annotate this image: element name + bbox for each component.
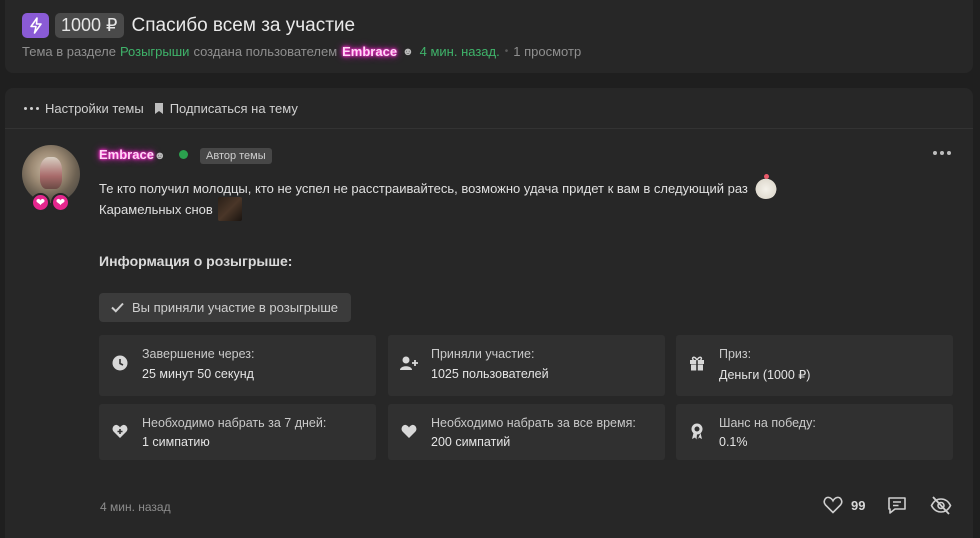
eye-off-icon: [930, 496, 952, 515]
check-icon: [111, 302, 124, 313]
info-card-win-chance: Шанс на победу: 0.1%: [676, 404, 953, 460]
heart-outline-icon: [823, 496, 843, 514]
post-card: Настройки темы Подписаться на тему ❤ ❤ E…: [5, 88, 973, 538]
giveaway-title: Информация о розыгрыше:: [99, 253, 293, 269]
info-card-total-likes: Необходимо набрать за все время: 200 сим…: [388, 404, 665, 460]
meta-created-by: создана пользователем: [193, 44, 338, 59]
post-text: Карамельных снов: [99, 201, 213, 217]
lightning-icon: [22, 13, 49, 38]
author-link[interactable]: Embrace: [342, 44, 397, 59]
info-card-end-time: Завершение через: 25 минут 50 секунд: [99, 335, 376, 396]
like-button[interactable]: 99: [823, 496, 865, 514]
thread-meta: Тема в разделе Розыгрыши создана пользов…: [22, 44, 581, 59]
info-value: 1 симпатию: [142, 435, 210, 449]
clock-icon: [111, 354, 129, 372]
price-badge: 1000 ₽: [55, 13, 124, 38]
section-link[interactable]: Розыгрыши: [120, 44, 190, 59]
meta-prefix: Тема в разделе: [22, 44, 116, 59]
participated-button[interactable]: Вы приняли участие в розыгрыше: [99, 293, 352, 322]
subscribe-button[interactable]: Подписаться на тему: [154, 101, 298, 116]
user-badges: ❤ ❤: [31, 193, 70, 212]
info-value: Деньги (1000 ₽): [719, 368, 811, 382]
heart-icon: [400, 422, 418, 440]
inline-image[interactable]: [217, 197, 242, 221]
info-card-week-likes: Необходимо набрать за 7 дней: 1 симпатию: [99, 404, 376, 460]
comment-icon: [888, 497, 906, 514]
online-status-indicator: [179, 150, 188, 159]
topic-toolbar: Настройки темы Подписаться на тему: [24, 101, 308, 116]
info-label: Приняли участие:: [431, 347, 535, 361]
like-count: 99: [851, 497, 866, 513]
more-dots-icon: [24, 107, 39, 110]
topic-settings-button[interactable]: Настройки темы: [24, 101, 144, 116]
post-time[interactable]: 4 мин. назад: [100, 500, 171, 514]
skull-icon: ☻: [402, 45, 414, 58]
thread-header: 1000 ₽ Спасибо всем за участие Тема в ра…: [5, 0, 973, 73]
info-card-prize: Приз: Деньги (1000 ₽): [676, 335, 953, 396]
post-line-1: Те кто получил молодцы, кто не успел не …: [99, 174, 778, 199]
participated-label: Вы приняли участие в розыгрыше: [132, 300, 339, 315]
heart-plus-icon: [111, 422, 129, 440]
post-line-2: Карамельных снов: [99, 197, 242, 221]
info-label: Необходимо набрать за все время:: [431, 416, 636, 430]
info-card-participants: Приняли участие: 1025 пользователей: [388, 335, 665, 396]
info-value: 200 симпатий: [431, 435, 511, 449]
subscribe-label: Подписаться на тему: [169, 101, 298, 116]
info-label: Приз:: [719, 347, 752, 361]
info-value: 1025 пользователей: [431, 367, 549, 381]
separator-dot: •: [504, 46, 509, 57]
info-value: 0.1%: [719, 435, 748, 449]
post-menu-button[interactable]: [933, 151, 951, 155]
post-text: Те кто получил молодцы, кто не успел не …: [99, 180, 748, 196]
thread-time[interactable]: 4 мин. назад.: [420, 44, 500, 59]
title-row: 1000 ₽ Спасибо всем за участие: [22, 13, 355, 38]
heart-badge-icon: ❤: [31, 193, 50, 212]
hide-button[interactable]: [930, 496, 952, 515]
reply-button[interactable]: [887, 496, 907, 515]
divider: [5, 128, 973, 129]
gift-icon: [688, 354, 706, 372]
author-badge: Автор темы: [200, 148, 272, 164]
info-label: Необходимо набрать за 7 дней:: [142, 416, 327, 430]
views-count: 1 просмотр: [513, 44, 582, 59]
page-title: Спасибо всем за участие: [131, 14, 356, 36]
award-icon: [688, 422, 706, 440]
info-value: 25 минут 50 секунд: [142, 367, 254, 381]
info-label: Шанс на победу:: [719, 416, 816, 430]
topic-settings-label: Настройки темы: [45, 101, 144, 116]
user-plus-icon: [400, 354, 418, 372]
sticker-icon: [753, 174, 778, 199]
skull-icon: ☻: [154, 150, 166, 162]
post-author-link[interactable]: Embrace: [99, 147, 154, 162]
heart-badge-icon: ❤: [51, 193, 70, 212]
info-label: Завершение через:: [142, 347, 255, 361]
bookmark-icon: [154, 103, 163, 114]
